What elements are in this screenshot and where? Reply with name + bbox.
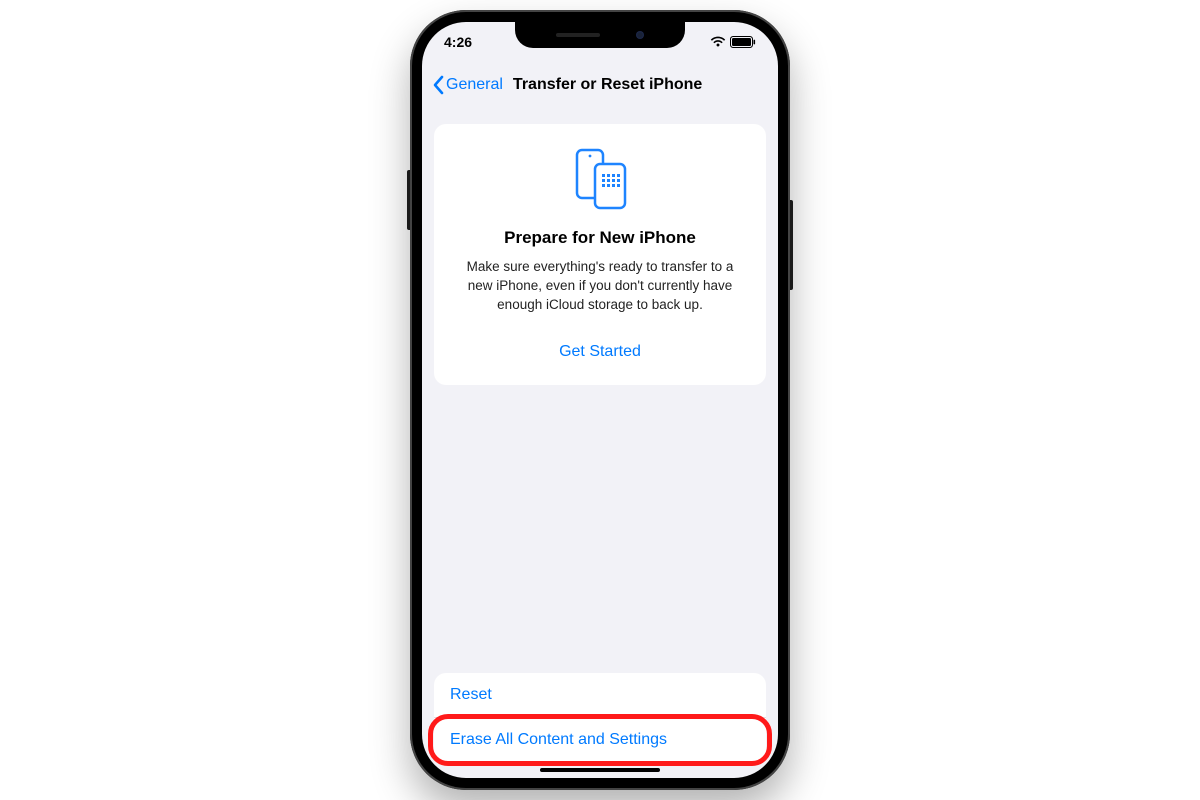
battery-icon bbox=[730, 36, 756, 48]
chevron-left-icon bbox=[432, 75, 444, 95]
actions-list: Reset Erase All Content and Settings bbox=[434, 673, 766, 762]
erase-all-content-button[interactable]: Erase All Content and Settings bbox=[434, 718, 766, 762]
get-started-button[interactable]: Get Started bbox=[559, 337, 641, 367]
card-body: Make sure everything's ready to transfer… bbox=[452, 258, 748, 315]
device-frame: 4:26 General Transfer or R bbox=[410, 10, 790, 790]
card-title: Prepare for New iPhone bbox=[452, 228, 748, 248]
front-camera bbox=[636, 31, 644, 39]
prepare-card: Prepare for New iPhone Make sure everyth… bbox=[434, 124, 766, 385]
home-indicator[interactable] bbox=[540, 768, 660, 772]
back-label: General bbox=[446, 76, 503, 94]
notch bbox=[515, 22, 685, 48]
content: Prepare for New iPhone Make sure everyth… bbox=[422, 108, 778, 778]
status-time: 4:26 bbox=[444, 34, 472, 50]
erase-all-label: Erase All Content and Settings bbox=[450, 731, 667, 748]
back-button[interactable]: General bbox=[430, 71, 505, 99]
wifi-icon bbox=[710, 36, 726, 48]
stage: 4:26 General Transfer or R bbox=[0, 0, 1200, 800]
screen: 4:26 General Transfer or R bbox=[422, 22, 778, 778]
status-right bbox=[710, 36, 756, 48]
transfer-devices-icon bbox=[452, 146, 748, 212]
nav-bar: General Transfer or Reset iPhone bbox=[422, 62, 778, 108]
reset-button[interactable]: Reset bbox=[434, 673, 766, 718]
speaker-slot bbox=[556, 33, 600, 37]
page-title: Transfer or Reset iPhone bbox=[513, 76, 702, 94]
